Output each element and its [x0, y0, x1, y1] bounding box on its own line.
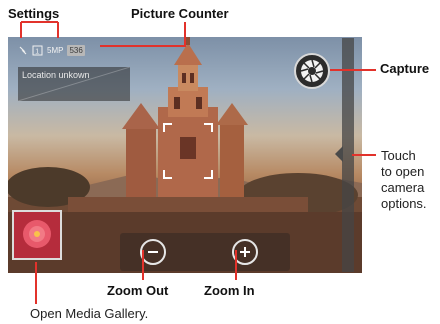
callout-lines — [20, 21, 376, 304]
